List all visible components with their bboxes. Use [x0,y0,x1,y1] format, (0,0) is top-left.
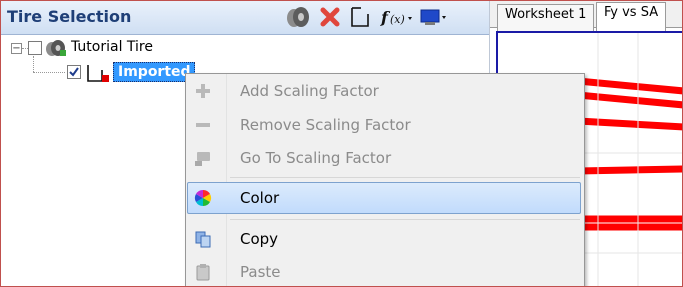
menu-item-label: Paste [240,263,281,281]
delete-icon[interactable] [319,6,341,28]
data-curve [577,91,682,109]
menu-separator [230,219,580,220]
tree-item-label: Tutorial Tire [71,39,153,55]
menu-item-color[interactable]: Color [187,182,581,214]
tree-item-tutorial-tire[interactable]: − Tutorial Tire [1,38,301,58]
menu-item-label: Copy [240,230,279,248]
svg-text:(x): (x) [390,13,405,26]
color-wheel-icon [194,189,212,207]
tire-icon[interactable] [285,6,311,28]
panel-title: Tire Selection [7,7,132,26]
data-file-icon[interactable] [349,6,371,28]
tutorial-tire-checkbox[interactable] [28,41,42,55]
copy-icon [194,230,212,248]
display-icon[interactable] [419,6,449,28]
collapse-icon[interactable]: − [11,43,22,54]
imported-data-checkbox[interactable] [67,65,81,79]
menu-item-go-to-scaling-factor[interactable]: Go To Scaling Factor [188,143,580,173]
menu-item-label: Color [240,189,280,207]
menu-separator [230,177,580,178]
menu-item-add-scaling-factor[interactable]: Add Scaling Factor [188,76,580,106]
data-curve [577,77,682,95]
tab-fy-vs-sa[interactable]: Fy vs SA [596,2,667,32]
panel-header: Tire Selection f (x) [1,1,489,35]
menu-item-label: Remove Scaling Factor [240,116,411,134]
data-curve [577,117,682,131]
data-file-icon [85,63,111,83]
menu-item-paste[interactable]: Paste [188,257,580,286]
go-to-icon [194,149,212,167]
tree-item-label: Imported Tire Data [113,62,195,82]
plus-icon [194,82,212,100]
paste-icon [194,263,212,281]
menu-item-label: Add Scaling Factor [240,82,379,100]
menu-item-label: Go To Scaling Factor [240,149,392,167]
app-window: Tire Selection f (x) − Tutorial Tire Imp… [0,0,683,287]
context-menu: Add Scaling Factor Remove Scaling Factor… [185,73,585,286]
tire-icon [45,39,67,57]
minus-icon [194,116,212,134]
menu-item-copy[interactable]: Copy [188,224,580,254]
function-icon[interactable]: f (x) [379,6,415,28]
menu-item-remove-scaling-factor[interactable]: Remove Scaling Factor [188,110,580,140]
tab-worksheet-1[interactable]: Worksheet 1 [497,4,595,31]
data-curve [577,165,682,175]
worksheet-tabs: Worksheet 1 Fy vs SA [490,1,682,32]
